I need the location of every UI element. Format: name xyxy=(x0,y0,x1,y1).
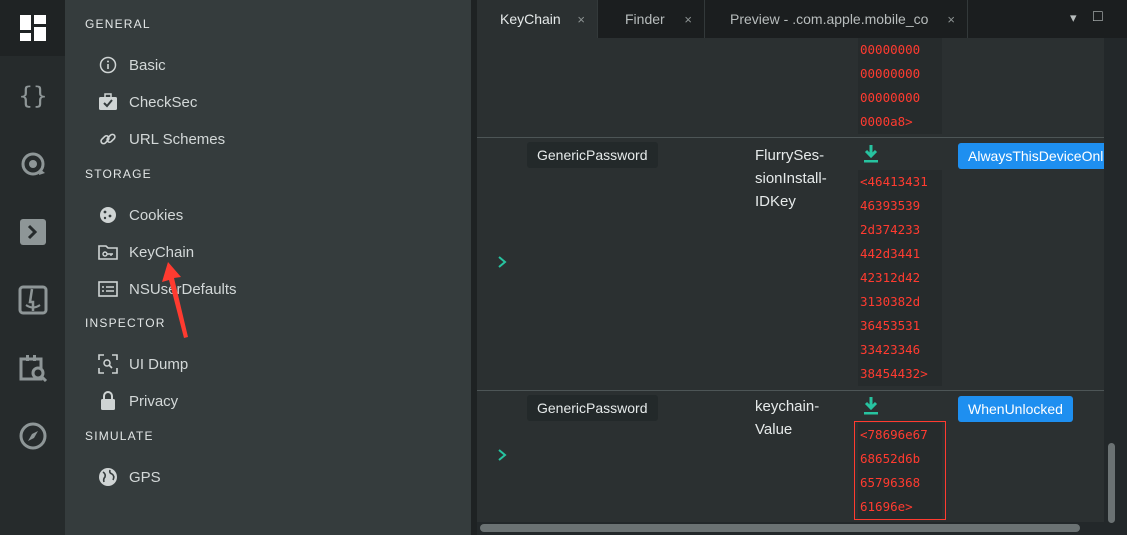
key-name: keychain- Value xyxy=(755,395,839,441)
accessibility-badge: AlwaysThisDeviceOnl xyxy=(958,143,1104,169)
key-line: keychain- xyxy=(755,398,820,415)
finder-icon[interactable] xyxy=(0,272,65,328)
inspect-search-icon[interactable] xyxy=(0,340,65,396)
sidebar-item-url-schemes[interactable]: URL Schemes xyxy=(98,126,225,152)
row-divider xyxy=(477,137,1104,138)
sidebar-item-gps[interactable]: GPS xyxy=(98,464,161,490)
hex-line: 46393539 xyxy=(860,198,921,213)
lock-icon xyxy=(98,391,118,411)
list-box-icon xyxy=(98,279,118,299)
dashboard-icon[interactable] xyxy=(0,0,65,56)
key-line: FlurrySes- xyxy=(755,147,825,164)
tab-bar: KeyChain × Finder × Preview - .com.apple… xyxy=(477,0,1127,38)
horizontal-scrollbar[interactable] xyxy=(480,524,1080,532)
sidebar-item-checksec[interactable]: CheckSec xyxy=(98,89,197,115)
tab-preview[interactable]: Preview - .com.apple.mobile_co × xyxy=(705,0,967,38)
accessibility-badge: WhenUnlocked xyxy=(958,396,1073,422)
sidebar-item-cookies[interactable]: Cookies xyxy=(98,202,183,228)
main-panel: KeyChain × Finder × Preview - .com.apple… xyxy=(477,0,1127,535)
download-icon[interactable] xyxy=(863,396,879,416)
tab-separator xyxy=(967,0,968,38)
briefcase-check-icon xyxy=(98,92,118,112)
hex-line: 2d374233 xyxy=(860,222,921,237)
tab-finder[interactable]: Finder × xyxy=(598,0,704,38)
maximize-icon[interactable]: □ xyxy=(1093,8,1103,26)
hex-line: 00000000 xyxy=(860,66,921,81)
vertical-scrollbar[interactable] xyxy=(1108,443,1115,523)
code-braces-icon[interactable]: {} xyxy=(0,68,65,124)
hex-line: 442d3441 xyxy=(860,246,921,261)
keychain-table: 00000000 00000000 00000000 0000a8> Gener… xyxy=(477,38,1104,522)
data-cell: 00000000 00000000 00000000 0000a8> xyxy=(858,38,942,134)
tab-label: KeyChain xyxy=(500,11,561,27)
hex-line: 0000a8> xyxy=(860,114,913,129)
hex-line: 38454432> xyxy=(860,366,928,381)
compass-icon[interactable] xyxy=(0,408,65,464)
app-rail: {} xyxy=(0,0,65,535)
sidebar-item-ui-dump[interactable]: UI Dump xyxy=(98,351,188,377)
sidebar-item-label: GPS xyxy=(129,468,161,486)
close-icon[interactable]: × xyxy=(947,12,955,27)
section-inspector-title: INSPECTOR xyxy=(85,316,166,330)
section-storage-title: STORAGE xyxy=(85,167,152,181)
key-line: sionInstall- xyxy=(755,170,827,187)
hex-line: 3130382d xyxy=(860,294,921,309)
hex-line: 33423346 xyxy=(860,342,921,357)
chevron-right-icon[interactable] xyxy=(494,447,510,463)
cookie-icon xyxy=(98,205,118,225)
close-icon[interactable]: × xyxy=(684,12,692,27)
hex-line: 42312d42 xyxy=(860,270,921,285)
hex-line: 00000000 xyxy=(860,42,921,57)
key-name: FlurrySes- sionInstall- IDKey xyxy=(755,144,839,213)
class-badge: GenericPassword xyxy=(527,142,658,168)
class-badge: GenericPassword xyxy=(527,395,658,421)
refresh-target-icon[interactable] xyxy=(0,136,65,192)
info-icon xyxy=(98,55,118,75)
close-icon[interactable]: × xyxy=(577,12,585,27)
hex-line: <46413431 xyxy=(860,174,928,189)
sidebar-item-label: UI Dump xyxy=(129,355,189,373)
key-line: Value xyxy=(755,421,793,438)
annotation-highlight-box xyxy=(854,421,946,520)
annotation-arrow xyxy=(162,262,188,338)
data-cell: <46413431 46393539 2d374233 442d3441 423… xyxy=(858,170,942,386)
sidebar-item-basic[interactable]: Basic xyxy=(98,52,166,78)
tab-keychain[interactable]: KeyChain × xyxy=(477,0,597,38)
section-simulate-title: SIMULATE xyxy=(85,429,154,443)
tab-label: Preview - .com.apple.mobile_co xyxy=(730,11,929,27)
terminal-icon[interactable] xyxy=(0,204,65,260)
sidebar-item-label: CheckSec xyxy=(129,93,198,111)
folder-key-icon xyxy=(98,242,118,262)
download-icon[interactable] xyxy=(863,144,879,164)
scan-icon xyxy=(98,354,118,374)
row-divider xyxy=(477,390,1104,391)
sidebar: GENERAL Basic CheckSec URL Schemes STORA… xyxy=(65,0,471,535)
chevron-right-icon[interactable] xyxy=(494,254,510,270)
section-general-title: GENERAL xyxy=(85,17,151,31)
sidebar-item-privacy[interactable]: Privacy xyxy=(98,388,178,414)
link-icon xyxy=(98,129,118,149)
globe-icon xyxy=(98,467,118,487)
tab-label: Finder xyxy=(625,11,665,27)
svg-text:{}: {} xyxy=(18,82,47,110)
sidebar-item-label: Cookies xyxy=(129,206,184,224)
sidebar-item-label: URL Schemes xyxy=(129,130,226,148)
hex-line: 00000000 xyxy=(860,90,921,105)
sidebar-item-label: Privacy xyxy=(129,392,179,410)
key-line: IDKey xyxy=(755,193,796,210)
hex-line: 36453531 xyxy=(860,318,921,333)
chevron-down-icon[interactable]: ▾ xyxy=(1070,10,1077,26)
sidebar-item-label: Basic xyxy=(129,56,166,74)
